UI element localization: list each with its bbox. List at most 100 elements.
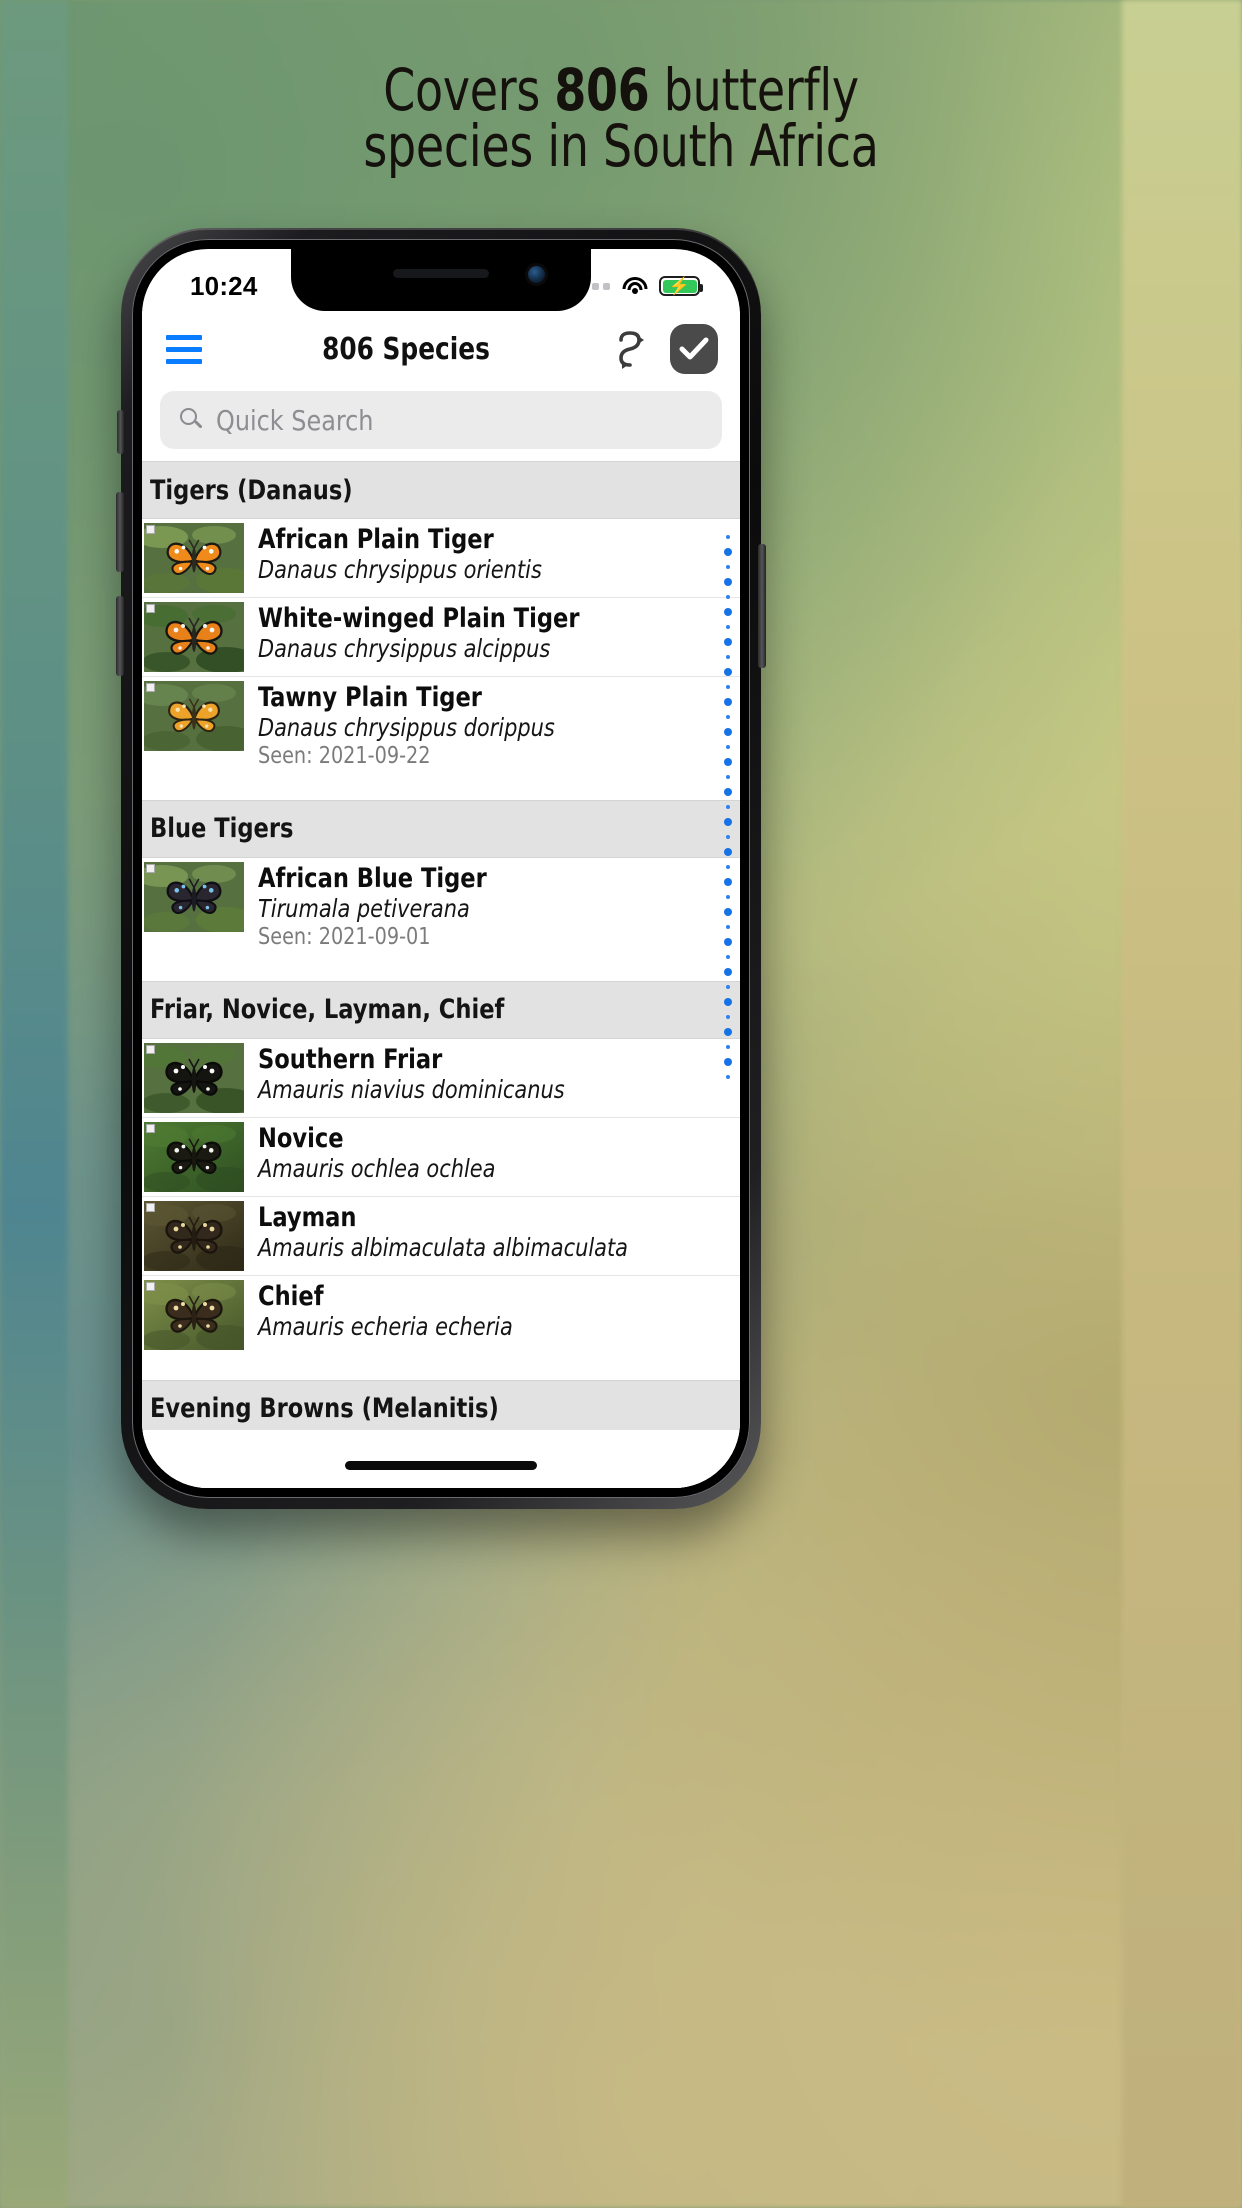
mark-seen-button[interactable] [670, 324, 718, 374]
photo-count-badge [146, 604, 155, 613]
index-dot[interactable] [724, 698, 732, 706]
index-dot[interactable] [724, 818, 732, 826]
species-common-name: Novice [258, 1122, 344, 1154]
photo-count-badge [146, 1202, 155, 1212]
index-dot[interactable] [726, 775, 730, 779]
species-text: Chief Amauris echeria echeria [258, 1280, 532, 1342]
index-dot[interactable] [726, 625, 730, 629]
species-thumbnail [144, 1042, 244, 1113]
hamburger-menu-icon[interactable] [166, 334, 202, 364]
photo-count-badge [146, 1044, 155, 1054]
species-common-name: Tawny Plain Tiger [258, 682, 482, 713]
index-dot[interactable] [724, 578, 732, 586]
species-list-item[interactable]: African Blue Tiger Tirumala petiverana See… [142, 857, 740, 955]
index-dot[interactable] [724, 1028, 732, 1036]
checkmark-icon [679, 337, 709, 360]
index-dot[interactable] [726, 985, 730, 989]
power-button[interactable] [758, 544, 766, 668]
index-dot[interactable] [724, 668, 732, 676]
index-dot[interactable] [726, 1075, 730, 1079]
index-dot[interactable] [724, 608, 732, 616]
index-dot[interactable] [724, 968, 732, 976]
species-scientific-name: Amauris ochlea ochlea [258, 1153, 496, 1183]
index-dot[interactable] [726, 535, 730, 539]
index-dot[interactable] [724, 728, 732, 736]
index-dot[interactable] [726, 835, 730, 839]
phone-notch [291, 249, 591, 311]
section-spacer [142, 1353, 740, 1380]
species-scientific-name: Danaus chrysippus dorippus [258, 713, 555, 743]
bottom-safe-area [142, 1430, 740, 1488]
mute-switch[interactable] [117, 410, 124, 454]
front-camera-icon [528, 266, 545, 283]
home-indicator[interactable] [345, 1461, 537, 1470]
index-dot[interactable] [724, 548, 732, 556]
species-list[interactable]: Tigers (Danaus) African Plain Tiger Dana… [142, 461, 740, 1488]
index-dot[interactable] [726, 655, 730, 659]
charging-bolt-icon: ⚡ [668, 276, 691, 296]
index-dot[interactable] [726, 1045, 730, 1049]
index-dot[interactable] [726, 1015, 730, 1019]
species-list-item[interactable]: Chief Amauris echeria echeria [142, 1275, 740, 1354]
index-dot[interactable] [726, 715, 730, 719]
index-dot[interactable] [726, 925, 730, 929]
index-dot[interactable] [724, 638, 732, 646]
marketing-headline: Covers 806 butterfly species in South Af… [75, 61, 1168, 180]
index-dot[interactable] [726, 865, 730, 869]
index-dot[interactable] [724, 908, 732, 916]
index-dot[interactable] [724, 788, 732, 796]
volume-up-button[interactable] [116, 492, 124, 572]
species-common-name: White-winged Plain Tiger [258, 603, 580, 634]
index-dot[interactable] [726, 565, 730, 569]
index-dot[interactable] [726, 745, 730, 749]
species-text: African Plain Tiger Danaus chrysippus ori… [258, 523, 563, 585]
species-thumbnail [144, 602, 244, 672]
volume-down-button[interactable] [116, 596, 124, 676]
section-header-label: Friar, Novice, Layman, Chief [150, 994, 505, 1026]
butterfly-photo [165, 618, 223, 656]
butterfly-photo [165, 1295, 223, 1333]
butterfly-photo [165, 1216, 223, 1254]
search-input[interactable]: Quick Search [160, 391, 722, 449]
section-header: Blue Tigers [142, 799, 740, 858]
alphabet-index-scrollbar[interactable] [724, 535, 732, 1079]
index-dot[interactable] [726, 595, 730, 599]
species-text: Layman Amauris albimaculata albimaculata [258, 1201, 656, 1263]
species-text: White-winged Plain Tiger Danaus chrysippu… [258, 602, 604, 664]
search-bar-container: Quick Search [142, 387, 740, 461]
butterfly-photo [166, 539, 222, 576]
index-dot[interactable] [726, 955, 730, 959]
species-list-item[interactable]: White-winged Plain Tiger Danaus chrysippu… [142, 598, 740, 677]
index-dot[interactable] [724, 848, 732, 856]
section-header-label: Tigers (Danaus) [150, 474, 353, 506]
species-thumbnail [144, 861, 244, 932]
species-thumbnail [144, 1279, 244, 1350]
phone-bezel: 10:24 ⚡ 806 Species Quick Search Tigers … [132, 239, 750, 1498]
section-header: Friar, Novice, Layman, Chief [142, 980, 740, 1039]
earpiece-speaker [393, 269, 489, 278]
index-dot[interactable] [724, 938, 732, 946]
index-dot[interactable] [724, 878, 732, 886]
species-common-name: Layman [258, 1201, 357, 1233]
index-dot[interactable] [724, 1058, 732, 1066]
species-list-item[interactable]: Southern Friar Amauris niavius dominicanu… [142, 1038, 740, 1118]
species-list-item[interactable]: Layman Amauris albimaculata albimaculata [142, 1196, 740, 1276]
index-dot[interactable] [724, 758, 732, 766]
species-list-item[interactable]: Tawny Plain Tiger Danaus chrysippus dorip… [142, 677, 740, 774]
species-list-item[interactable]: African Plain Tiger Danaus chrysippus ori… [142, 519, 740, 598]
species-scientific-name: Danaus chrysippus alcippus [258, 634, 551, 664]
index-dot[interactable] [726, 685, 730, 689]
headline-line2: species in South Africa [363, 112, 879, 180]
section-header-label: Evening Browns (Melanitis) [150, 1393, 499, 1425]
phone-mockup: 10:24 ⚡ 806 Species Quick Search Tigers … [116, 228, 766, 1509]
index-dot[interactable] [724, 998, 732, 1006]
species-common-name: African Plain Tiger [258, 524, 494, 555]
species-list-item[interactable]: Novice Amauris ochlea ochlea [142, 1117, 740, 1197]
photo-count-badge [146, 1123, 155, 1133]
index-dot[interactable] [726, 895, 730, 899]
wifi-icon [621, 276, 648, 296]
index-dot[interactable] [726, 805, 730, 809]
page-title: 806 Species [322, 331, 490, 367]
section-header: Tigers (Danaus) [142, 461, 740, 519]
sync-swap-arrows-icon[interactable] [610, 328, 650, 370]
